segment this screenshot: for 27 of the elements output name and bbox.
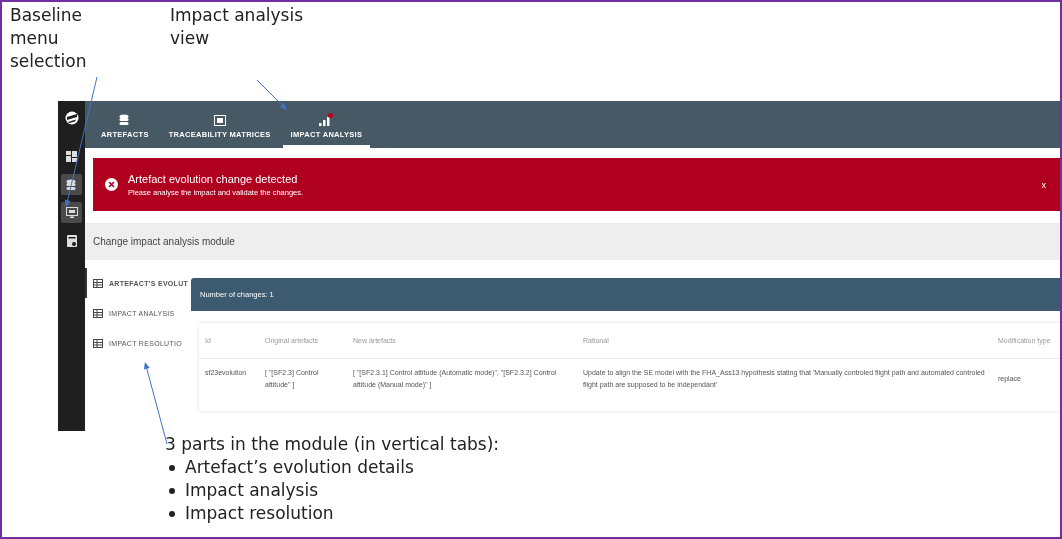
bar-chart-icon	[319, 113, 334, 126]
error-icon	[105, 178, 118, 191]
annotation-arrow	[256, 79, 287, 110]
annotation-text: 3 parts in the module (in vertical tabs):	[165, 433, 501, 456]
bullet-icon	[169, 487, 175, 494]
module-title: Change impact analysis module	[85, 223, 1060, 260]
bullet-icon	[169, 464, 175, 471]
annotation-text: Impact analysis	[185, 479, 320, 502]
report-icon	[66, 234, 77, 247]
monitor-icon	[65, 207, 78, 218]
bullet-icon	[169, 510, 175, 517]
annotation-text: Artefact’s evolution details	[185, 456, 415, 479]
close-button[interactable]: x	[1041, 179, 1046, 190]
logo-icon	[64, 111, 79, 125]
database-icon	[119, 114, 131, 126]
matrix-icon	[213, 115, 226, 126]
dashboard-icon	[66, 151, 77, 162]
annotation-text: Impact analysis view	[170, 4, 305, 50]
sidebar-item[interactable]	[61, 202, 82, 223]
annotation-text: Impact resolution	[185, 502, 335, 525]
table-icon	[93, 278, 103, 288]
database-icon	[66, 178, 77, 191]
table-icon	[93, 338, 103, 348]
sidebar-item[interactable]	[61, 174, 82, 195]
annotation-text: Baseline menu selection	[10, 4, 88, 73]
table-icon	[93, 308, 103, 318]
alert-title: Artefact evolution change detected	[128, 172, 299, 185]
